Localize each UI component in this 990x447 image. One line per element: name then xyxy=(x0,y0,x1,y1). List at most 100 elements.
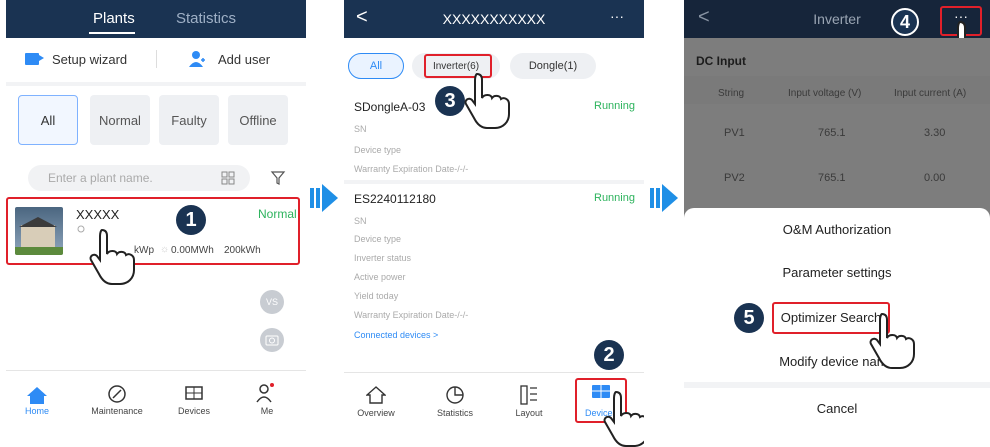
filter-all[interactable]: All xyxy=(348,53,404,79)
filter-icon[interactable] xyxy=(270,170,286,186)
nav-divider xyxy=(344,372,644,373)
device-status: Running xyxy=(594,192,635,204)
statistics-icon[interactable] xyxy=(445,385,465,405)
step-badge-5: 5 xyxy=(734,303,764,333)
pointing-hand-icon xyxy=(869,312,915,369)
devices-screen: < XXXXXXXXXXX ··· All Inverter(6) Dongle… xyxy=(344,0,644,447)
plant-thumbnail xyxy=(15,207,63,255)
table-cell: 3.30 xyxy=(924,127,946,139)
menu-modify-device-name[interactable]: Modify device name xyxy=(684,354,990,369)
col-string: String xyxy=(718,88,745,99)
table-cell: PV1 xyxy=(724,127,745,139)
step-badge-1: 1 xyxy=(176,205,206,235)
table-cell: 765.1 xyxy=(818,172,846,184)
setup-wizard-label: Setup wizard xyxy=(52,51,128,67)
table-cell: 0.00 xyxy=(924,172,946,184)
step-badge-4: 4 xyxy=(891,8,919,36)
field-device-type: Device type xyxy=(354,234,402,244)
pointing-hand-icon xyxy=(464,72,510,129)
add-user-label: Add user xyxy=(218,51,271,67)
plant-card[interactable]: XXXXX Normal kWp ☼ 0.00MWh 200kWh xyxy=(6,197,300,265)
filter-faulty[interactable]: Faulty xyxy=(159,95,219,145)
filter-offline-label: Offline xyxy=(239,112,277,128)
grid-icon[interactable] xyxy=(220,170,236,186)
nav-statistics[interactable]: Statistics xyxy=(425,408,485,418)
step-badge-2: 2 xyxy=(594,340,624,370)
menu-cancel[interactable]: Cancel xyxy=(684,401,990,416)
sun-icon: ☼ xyxy=(160,244,170,255)
pointing-hand-icon xyxy=(603,390,644,447)
tab-underline xyxy=(89,32,135,34)
me-icon[interactable] xyxy=(256,382,276,404)
col-voltage: Input voltage (V) xyxy=(788,88,862,99)
nav-home[interactable]: Home xyxy=(7,406,67,416)
search-placeholder: Enter a plant name. xyxy=(48,171,153,185)
overview-icon[interactable] xyxy=(366,386,386,404)
wizard-icon xyxy=(25,53,44,65)
section-title: DC Input xyxy=(696,54,746,68)
tab-plants[interactable]: Plants xyxy=(93,10,135,27)
vs-button[interactable]: VS xyxy=(260,290,284,314)
field-device-type: Device type xyxy=(354,145,402,155)
nav-divider xyxy=(6,370,306,371)
device-card-inverter[interactable]: ES2240112180 Running SN Device type Inve… xyxy=(344,186,644,348)
field-active-power: Active power xyxy=(354,272,406,282)
menu-om-authorization[interactable]: O&M Authorization xyxy=(684,222,990,237)
setup-wizard-button[interactable]: Setup wizard xyxy=(24,48,144,70)
plant-energy: 0.00MWh xyxy=(171,245,214,256)
device-status: Running xyxy=(594,100,635,112)
card-divider xyxy=(344,180,644,184)
field-yield-today: Yield today xyxy=(354,291,399,301)
filter-faulty-label: Faulty xyxy=(171,112,207,128)
add-user-button[interactable]: Add user xyxy=(188,48,288,70)
device-name: SDongleA-03 xyxy=(354,100,426,114)
filter-dongle[interactable]: Dongle(1) xyxy=(510,53,596,79)
divider xyxy=(156,50,157,68)
plant-name: XXXXX xyxy=(76,207,120,222)
filter-normal-label: Normal xyxy=(99,112,141,128)
pointing-hand-icon xyxy=(89,228,135,285)
col-current: Input current (A) xyxy=(894,88,967,99)
spacer xyxy=(6,82,306,86)
devices-icon[interactable] xyxy=(184,385,204,403)
nav-devices[interactable]: Devices xyxy=(164,406,224,416)
plant-search-input[interactable]: Enter a plant name. xyxy=(28,165,250,191)
field-warranty: Warranty Expiration Date-/-/- xyxy=(354,310,469,320)
maintenance-icon[interactable] xyxy=(107,384,127,404)
connected-devices-link[interactable]: Connected devices > xyxy=(354,330,438,340)
nav-maintenance[interactable]: Maintenance xyxy=(87,406,147,416)
field-sn: SN xyxy=(354,124,367,134)
inverter-screen: < Inverter ··· 4 DC Input String Input v… xyxy=(684,0,990,447)
tab-statistics[interactable]: Statistics xyxy=(176,10,236,27)
menu-parameter-settings[interactable]: Parameter settings xyxy=(684,265,990,280)
filter-all-label: All xyxy=(369,60,383,72)
plants-screen: Plants Statistics Setup wizard Add user … xyxy=(6,0,306,447)
sheet-divider xyxy=(684,382,990,388)
camera-icon xyxy=(265,335,279,346)
nav-me[interactable]: Me xyxy=(237,406,297,416)
add-user-icon xyxy=(189,51,205,67)
field-warranty: Warranty Expiration Date-/-/- xyxy=(354,164,469,174)
header-bar: < XXXXXXXXXXX ··· xyxy=(344,0,644,38)
layout-icon[interactable] xyxy=(520,385,538,405)
plant-title: XXXXXXXXXXX xyxy=(442,11,546,27)
filter-dongle-label: Dongle(1) xyxy=(528,60,578,72)
filter-offline[interactable]: Offline xyxy=(228,95,288,145)
table-cell: 765.1 xyxy=(818,127,846,139)
more-icon[interactable]: ··· xyxy=(610,8,624,24)
plant-status: Normal xyxy=(258,207,297,221)
filter-normal[interactable]: Normal xyxy=(90,95,150,145)
camera-button[interactable] xyxy=(260,328,284,352)
filter-all-label: All xyxy=(40,112,56,128)
menu-optimizer-search[interactable]: Optimizer Search xyxy=(684,310,984,325)
field-sn: SN xyxy=(354,216,367,226)
nav-overview[interactable]: Overview xyxy=(346,408,406,418)
flow-arrow-icon xyxy=(310,184,338,212)
home-icon[interactable] xyxy=(26,386,48,404)
device-name: ES2240112180 xyxy=(354,192,436,206)
field-inverter-status: Inverter status xyxy=(354,253,412,263)
filter-all[interactable]: All xyxy=(18,95,78,145)
plant-power: 200kWh xyxy=(224,245,261,256)
nav-layout[interactable]: Layout xyxy=(499,408,559,418)
table-cell: PV2 xyxy=(724,172,745,184)
